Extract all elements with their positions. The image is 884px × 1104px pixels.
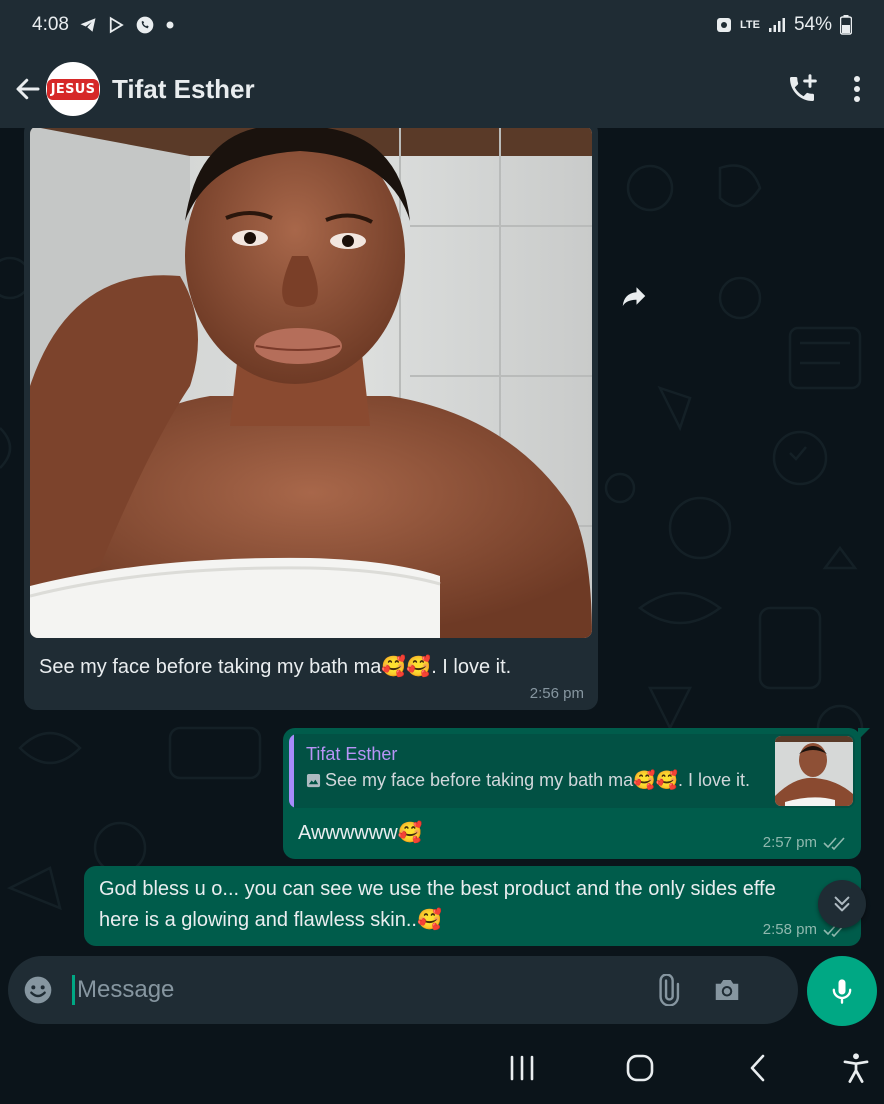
forward-button[interactable] xyxy=(608,270,660,322)
battery-percent: 54% xyxy=(793,14,832,35)
whatsapp-icon xyxy=(135,15,155,35)
signal-icon xyxy=(768,17,786,33)
quoted-message[interactable]: Tifat Esther See my face before taking m… xyxy=(289,734,855,808)
accessibility-button[interactable] xyxy=(832,1048,880,1088)
outgoing-text-message[interactable]: God bless u o... you can see we use the … xyxy=(84,866,861,946)
bubble-tail xyxy=(858,728,870,740)
camera-icon xyxy=(715,980,739,1000)
home-icon xyxy=(626,1054,654,1082)
attach-button[interactable] xyxy=(637,956,697,1024)
quote-text: See my face before taking my bath ma🥰🥰. … xyxy=(325,770,751,790)
avatar[interactable]: JESUS xyxy=(46,62,100,116)
message-text-line1: God bless u o... you can see we use the … xyxy=(99,878,776,900)
incoming-image-message[interactable]: See my face before taking my bath ma🥰🥰. … xyxy=(24,128,598,710)
system-nav-bar xyxy=(0,1032,884,1104)
chat-header: JESUS Tifat Esther xyxy=(0,50,884,128)
message-time: 2:56 pm xyxy=(529,685,584,702)
contact-name[interactable]: Tifat Esther xyxy=(112,74,255,105)
message-photo[interactable] xyxy=(30,128,592,638)
nav-back-icon xyxy=(750,1054,765,1082)
quote-thumbnail xyxy=(775,736,853,806)
forward-icon xyxy=(622,287,646,306)
recent-apps-button[interactable] xyxy=(498,1048,546,1088)
add-call-icon xyxy=(790,74,817,101)
voice-message-button[interactable] xyxy=(807,956,877,1026)
status-bar: 4:08 LTE 54% xyxy=(0,0,884,50)
mic-icon xyxy=(832,979,852,1004)
camera-button[interactable] xyxy=(697,956,757,1024)
scroll-to-bottom-button[interactable] xyxy=(818,880,866,928)
more-options-button[interactable] xyxy=(852,74,862,104)
chat-area[interactable]: See my face before taking my bath ma🥰🥰. … xyxy=(0,128,884,956)
network-label: LTE xyxy=(740,19,760,31)
message-caption: See my face before taking my bath ma🥰🥰. … xyxy=(39,656,512,678)
paperclip-icon xyxy=(659,974,680,1006)
telegram-icon xyxy=(79,16,97,34)
battery-icon xyxy=(840,15,852,35)
double-check-icon xyxy=(823,836,845,850)
home-button[interactable] xyxy=(616,1048,664,1088)
photo-icon xyxy=(306,773,321,788)
message-time: 2:58 pm xyxy=(762,921,817,938)
back-arrow-icon xyxy=(16,78,40,100)
shield-icon xyxy=(716,16,732,34)
play-icon xyxy=(107,16,125,34)
emoji-icon xyxy=(24,976,52,1004)
avatar-text: JESUS xyxy=(46,78,100,100)
photo-illustration xyxy=(30,128,592,638)
message-text-line2: here is a glowing and flawless skin..🥰 xyxy=(99,909,442,931)
input-bar xyxy=(0,956,884,1032)
accessibility-icon xyxy=(843,1053,869,1083)
outgoing-reply-message[interactable]: Tifat Esther See my face before taking m… xyxy=(283,728,870,859)
status-time: 4:08 xyxy=(32,14,69,35)
more-vert-icon xyxy=(854,76,860,102)
text-caret xyxy=(72,975,75,1005)
recents-icon xyxy=(510,1055,534,1081)
message-composer[interactable] xyxy=(8,956,798,1024)
double-chevron-down-icon xyxy=(834,896,850,912)
quote-author: Tifat Esther xyxy=(306,744,398,764)
nav-back-button[interactable] xyxy=(734,1048,782,1088)
emoji-button[interactable] xyxy=(8,956,68,1024)
dot-icon xyxy=(165,20,175,30)
message-time: 2:57 pm xyxy=(762,834,817,851)
back-button[interactable] xyxy=(6,59,50,119)
message-input[interactable] xyxy=(77,976,637,1004)
add-call-button[interactable] xyxy=(786,73,818,105)
